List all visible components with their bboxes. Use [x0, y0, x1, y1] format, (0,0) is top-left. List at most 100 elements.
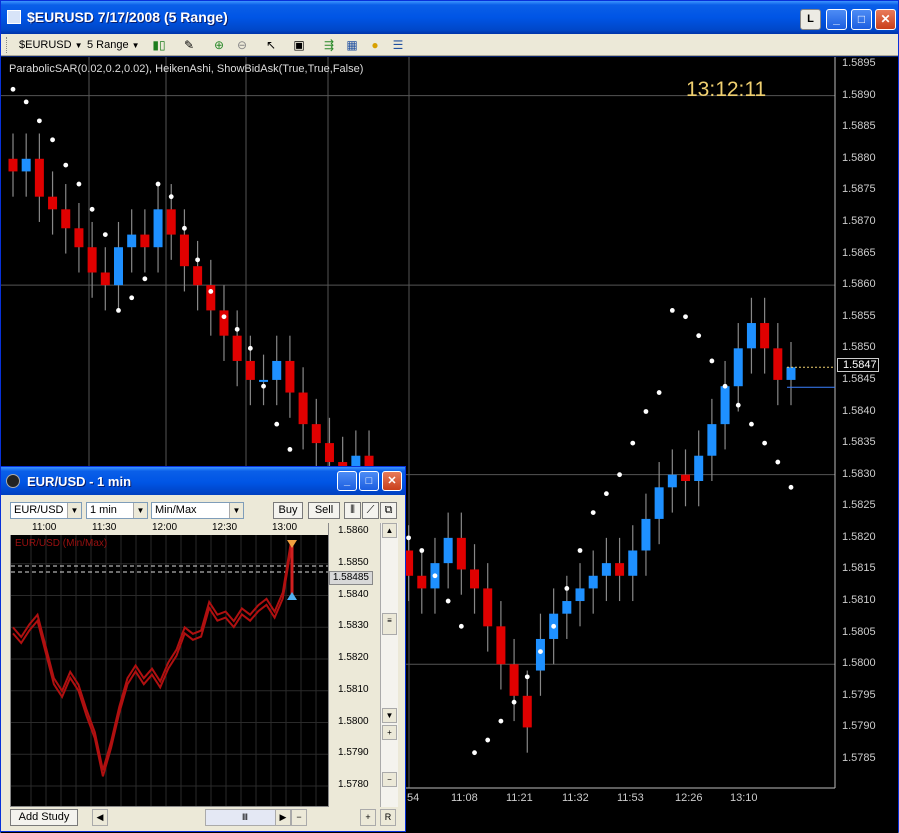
candle-body [470, 569, 480, 589]
candle-body [140, 234, 150, 248]
child-minimize-button[interactable]: _ [337, 471, 357, 491]
sar-dot [419, 548, 425, 553]
sar-dot [129, 295, 135, 301]
child-vertical-scrollbar[interactable]: ▲ ≡ ▼ + − [380, 523, 398, 807]
detach-icon[interactable]: ⧉ [380, 502, 397, 519]
child-close-button[interactable]: ✕ [382, 471, 402, 491]
y-tick-label: 1.5865 [842, 246, 876, 259]
x-tick-label: 54 [407, 792, 420, 804]
child-titlebar[interactable]: EUR/USD - 1 min _ □ ✕ [1, 467, 405, 495]
scroll-down-button[interactable]: ▼ [382, 708, 397, 723]
coin-icon[interactable]: ● [367, 37, 383, 53]
scroll-up-button[interactable]: ▲ [382, 523, 397, 538]
chart-app-icon [6, 474, 20, 488]
sar-dot [749, 421, 754, 427]
scroll-left-button[interactable]: ◀ [92, 809, 108, 826]
symbol-dropdown[interactable]: $EURUSD ▼ [19, 37, 83, 53]
study-icon[interactable]: ⇶ [321, 37, 337, 53]
y-tick-label: 1.5850 [842, 341, 876, 354]
child-y-tick-label: 1.5780 [338, 779, 369, 790]
max-line [12, 541, 292, 771]
sar-dot [102, 232, 108, 237]
candle-body [628, 550, 638, 576]
toolbar-grip[interactable] [6, 37, 9, 53]
zoom-out-button[interactable]: − [291, 809, 307, 826]
candle-body [127, 234, 137, 248]
data-box-icon[interactable]: ☰ [390, 37, 406, 53]
child-y-tick-label: 1.5830 [338, 620, 369, 632]
candle-body [654, 487, 664, 519]
sar-dot [643, 409, 649, 414]
study-label: ParabolicSAR(0.02,0.2,0.02), HeikenAshi,… [9, 63, 364, 75]
y-tick-label: 1.5790 [842, 720, 876, 733]
zoom-in-button[interactable]: + [360, 809, 376, 826]
chart-properties-icon[interactable]: ▦ [344, 37, 360, 53]
scroll-thumb[interactable]: ≡ [382, 613, 397, 635]
child-interval-select[interactable]: 1 min ▼ [86, 502, 148, 519]
last-price-tag: 1.5847 [837, 358, 879, 372]
sar-dot [617, 472, 622, 478]
candle-body [87, 247, 97, 273]
y-tick-label: 1.5890 [842, 88, 876, 101]
link-button[interactable]: L [800, 9, 821, 30]
symbol-label: $EURUSD [19, 39, 72, 51]
buy-button[interactable]: Buy [273, 502, 303, 519]
snapshot-icon[interactable]: ▣ [291, 37, 307, 53]
bars-icon[interactable]: ⦀ [344, 502, 361, 519]
sar-dot [89, 206, 95, 212]
child-chart-window: EUR/USD - 1 min _ □ ✕ EUR/USD ▼ 1 min ▼ Mi… [0, 466, 406, 832]
candle-body [113, 247, 123, 286]
y-tick-label: 1.5805 [842, 625, 876, 638]
child-style-select[interactable]: Min/Max ▼ [151, 502, 244, 519]
candle-body [760, 323, 770, 349]
add-study-button[interactable]: Add Study [10, 809, 78, 826]
sar-dot [551, 623, 557, 629]
candle-body [601, 563, 611, 576]
reset-button[interactable]: R [380, 809, 396, 826]
sar-dot [247, 345, 253, 351]
candle-body [456, 537, 466, 570]
sar-dot [656, 390, 662, 395]
zoom-in-button[interactable]: + [382, 725, 397, 740]
candle-chart-icon[interactable]: ▮▯ [151, 37, 167, 53]
candle-body [575, 588, 585, 602]
cursor-icon[interactable]: ↖ [263, 37, 279, 53]
zoom-out-icon[interactable]: ⊖ [234, 37, 250, 53]
minimize-button[interactable]: _ [826, 9, 847, 30]
pencil-icon[interactable]: ✎ [181, 37, 197, 53]
candle-body [8, 158, 18, 172]
zoom-out-button[interactable]: − [382, 772, 397, 787]
interval-dropdown[interactable]: 5 Range ▼ [87, 37, 140, 53]
sar-dot [10, 86, 16, 92]
sar-dot [603, 491, 609, 497]
zoom-in-icon[interactable]: ⊕ [211, 37, 227, 53]
main-titlebar[interactable]: $EURUSD 7/17/2008 (5 Range) L _ □ ✕ [1, 1, 898, 34]
child-y-tick-label: 1.5860 [338, 525, 369, 536]
candle-body [641, 518, 651, 551]
sar-dot [287, 447, 293, 452]
y-tick-label: 1.5895 [842, 57, 876, 69]
x-tick-label: 11:32 [562, 792, 589, 804]
candle-body [615, 563, 625, 576]
chevron-down-icon: ▼ [131, 41, 140, 50]
sar-dot [669, 308, 675, 313]
draw-line-icon[interactable]: ⟋ [362, 502, 379, 519]
candle-body [21, 158, 31, 172]
horizontal-scroll-thumb[interactable]: Ⅲ [205, 809, 285, 826]
sar-dot [50, 137, 55, 143]
close-button[interactable]: ✕ [875, 9, 896, 30]
sar-dot [788, 484, 794, 490]
candle-body [496, 626, 506, 665]
candle-body [34, 158, 44, 197]
sell-button[interactable]: Sell [308, 502, 340, 519]
child-maximize-button[interactable]: □ [359, 471, 379, 491]
child-time-tick-label: 12:30 [212, 522, 238, 533]
candle-body [48, 196, 58, 210]
y-tick-label: 1.5820 [842, 530, 876, 543]
scroll-right-button[interactable]: ▶ [275, 809, 291, 826]
main-toolbar: $EURUSD ▼ 5 Range ▼ ▮▯ ✎ ⊕ ⊖ ↖ ▣ ⇶ ▦ ● ☰ [1, 34, 898, 56]
sar-dot [524, 674, 530, 680]
maximize-button[interactable]: □ [851, 9, 872, 30]
sar-dot [445, 598, 451, 604]
child-symbol-select[interactable]: EUR/USD ▼ [10, 502, 82, 519]
